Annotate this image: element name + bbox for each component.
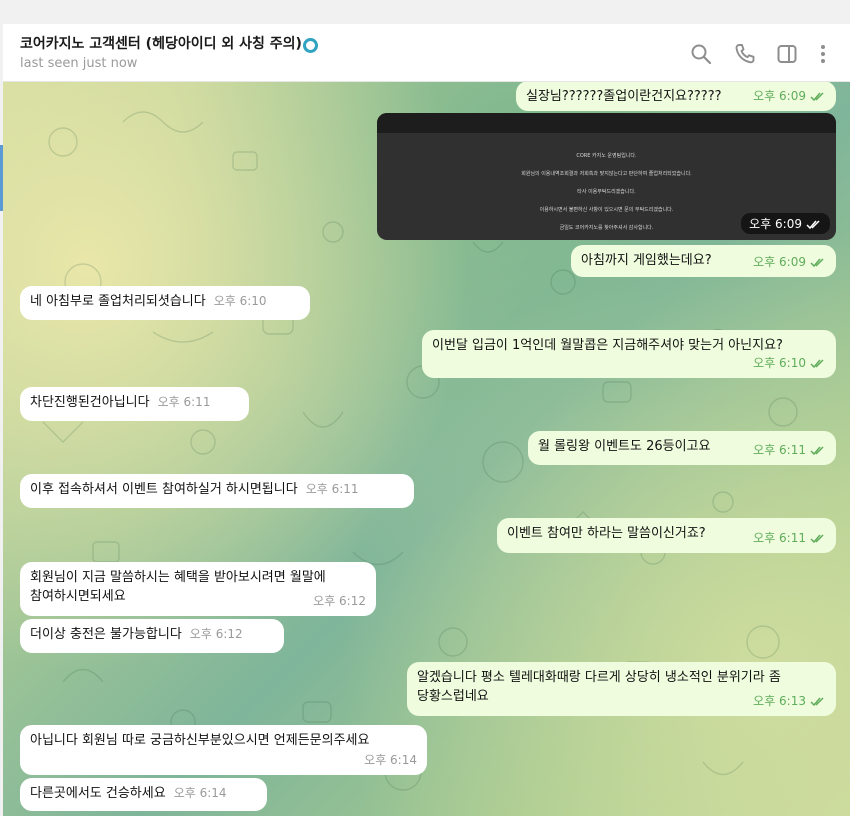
message-incoming[interactable]: 다른곳에서도 건승하세요 오후 6:14 (20, 778, 267, 811)
message-outgoing[interactable]: 아침까지 게임했는데요? 오후 6:09 (571, 245, 836, 277)
sidebar-toggle-icon[interactable] (775, 42, 799, 66)
message-text: 아닙니다 회원님 따로 궁금하신부분있으시면 언제든문의주세요 (30, 733, 370, 748)
read-checkmarks-icon (810, 258, 824, 267)
image-text-line: 회원님의 이용내역조회결과 저희측과 맞지않는다고 판단하여 졸업처리되었습니다… (521, 171, 692, 177)
message-text: 이번달 입금이 1억인데 월말콥은 지금해주셔야 맞는거 아닌지요? (432, 338, 783, 353)
last-seen-status: last seen just now (20, 56, 138, 71)
message-outgoing[interactable]: 이벤트 참여만 하라는 말씀이신거죠? 오후 6:11 (497, 518, 836, 553)
verified-ring-icon (302, 38, 318, 53)
read-checkmarks-icon (810, 359, 824, 368)
read-checkmarks-icon (810, 446, 824, 455)
message-text: 이벤트 참여만 하라는 말씀이신거죠? (507, 526, 706, 541)
message-incoming[interactable]: 차단진행된건아닙니다 오후 6:11 (20, 387, 249, 421)
image-message[interactable]: CORE 카지노 운영팀입니다. 회원님의 이용내역조회결과 저희측과 맞지않는… (377, 113, 836, 240)
read-checkmarks-icon (810, 697, 824, 706)
message-time: 오후 6:11 (753, 443, 806, 457)
image-time-text: 오후 6:09 (749, 217, 802, 231)
image-text-line: CORE 카지노 운영팀입니다. (576, 153, 637, 159)
image-top-bar (377, 113, 836, 133)
read-checkmarks-icon (810, 534, 824, 543)
message-time: 오후 6:09 (753, 89, 806, 103)
message-incoming[interactable]: 이후 접속하셔서 이벤트 참여하실거 하시면됩니다 오후 6:11 (20, 474, 414, 508)
message-text-line: 회원님이 지금 말씀하시는 혜택을 받아보시려면 월말에 (30, 570, 326, 585)
message-text: 아침까지 게임했는데요? (581, 253, 712, 268)
image-time-badge: 오후 6:09 (741, 213, 830, 234)
message-time: 오후 6:09 (753, 255, 806, 269)
message-outgoing[interactable]: 월 롤링왕 이벤트도 26등이고요 오후 6:11 (528, 431, 836, 465)
message-outgoing[interactable]: 실장님??????졸업이란건지요????? 오후 6:09 (516, 82, 836, 111)
message-incoming[interactable]: 회원님이 지금 말씀하시는 혜택을 받아보시려면 월말에 참여하시면되세요 오후 6… (20, 562, 376, 616)
message-time: 오후 6:11 (157, 395, 211, 409)
message-time: 오후 6:13 (753, 694, 806, 708)
message-text: 이후 접속하셔서 이벤트 참여하실거 하시면됩니다 (30, 482, 298, 497)
read-checkmarks-icon (806, 220, 820, 229)
message-outgoing[interactable]: 이번달 입금이 1억인데 월말콥은 지금해주셔야 맞는거 아닌지요? 오후 6:1… (422, 330, 836, 378)
message-time: 오후 6:10 (753, 356, 806, 370)
message-incoming[interactable]: 더이상 충전은 불가능합니다 오후 6:12 (20, 619, 284, 653)
message-text: 월 롤링왕 이벤트도 26등이고요 (538, 439, 711, 454)
message-text-line: 알겠습니다 평소 텔레대화때랑 다르게 상당히 냉소적인 분위기라 좀 (417, 670, 781, 685)
chat-title[interactable]: 코어카지노 고객센터 (헤당아이디 외 사칭 주의) (20, 33, 318, 53)
read-checkmarks-icon (810, 92, 824, 101)
message-text: 실장님??????졸업이란건지요????? (526, 89, 722, 104)
message-text: 다른곳에서도 건승하세요 (30, 786, 166, 801)
message-time: 오후 6:12 (189, 627, 243, 641)
image-text-line: 이용하시면서 불편하신 사항이 있으시면 문의 부탁드리겠습니다. (539, 207, 674, 213)
message-time: 오후 6:11 (305, 482, 359, 496)
message-time: 오후 6:11 (753, 531, 806, 545)
chat-header: 코어카지노 고객센터 (헤당아이디 외 사칭 주의) last seen jus… (3, 24, 850, 82)
chat-area[interactable]: 실장님??????졸업이란건지요????? 오후 6:09 CORE 카지노 운영… (3, 82, 850, 816)
message-text: 더이상 충전은 불가능합니다 (30, 627, 182, 642)
message-incoming[interactable]: 아닙니다 회원님 따로 궁금하신부분있으시면 언제든문의주세요오후 6:14 (20, 725, 427, 775)
message-time: 오후 6:12 (313, 594, 366, 608)
image-text-line: 타사 이용부탁드리겠습니다. (577, 189, 636, 195)
search-icon[interactable] (689, 42, 713, 66)
message-incoming[interactable]: 네 아침부로 졸업처리되셧습니다 오후 6:10 (20, 286, 310, 320)
phone-icon[interactable] (733, 42, 757, 66)
message-text: 차단진행된건아닙니다 (30, 395, 150, 410)
more-options-icon[interactable] (811, 42, 835, 66)
message-time: 오후 6:14 (364, 753, 417, 767)
message-time: 오후 6:14 (173, 786, 227, 800)
message-outgoing[interactable]: 알겠습니다 평소 텔레대화때랑 다르게 상당히 냉소적인 분위기라 좀 당황스럽네… (407, 662, 836, 716)
chat-title-text: 코어카지노 고객센터 (헤당아이디 외 사칭 주의) (20, 36, 302, 52)
message-text: 네 아침부로 졸업처리되셧습니다 (30, 294, 206, 309)
message-time: 오후 6:10 (213, 294, 267, 308)
